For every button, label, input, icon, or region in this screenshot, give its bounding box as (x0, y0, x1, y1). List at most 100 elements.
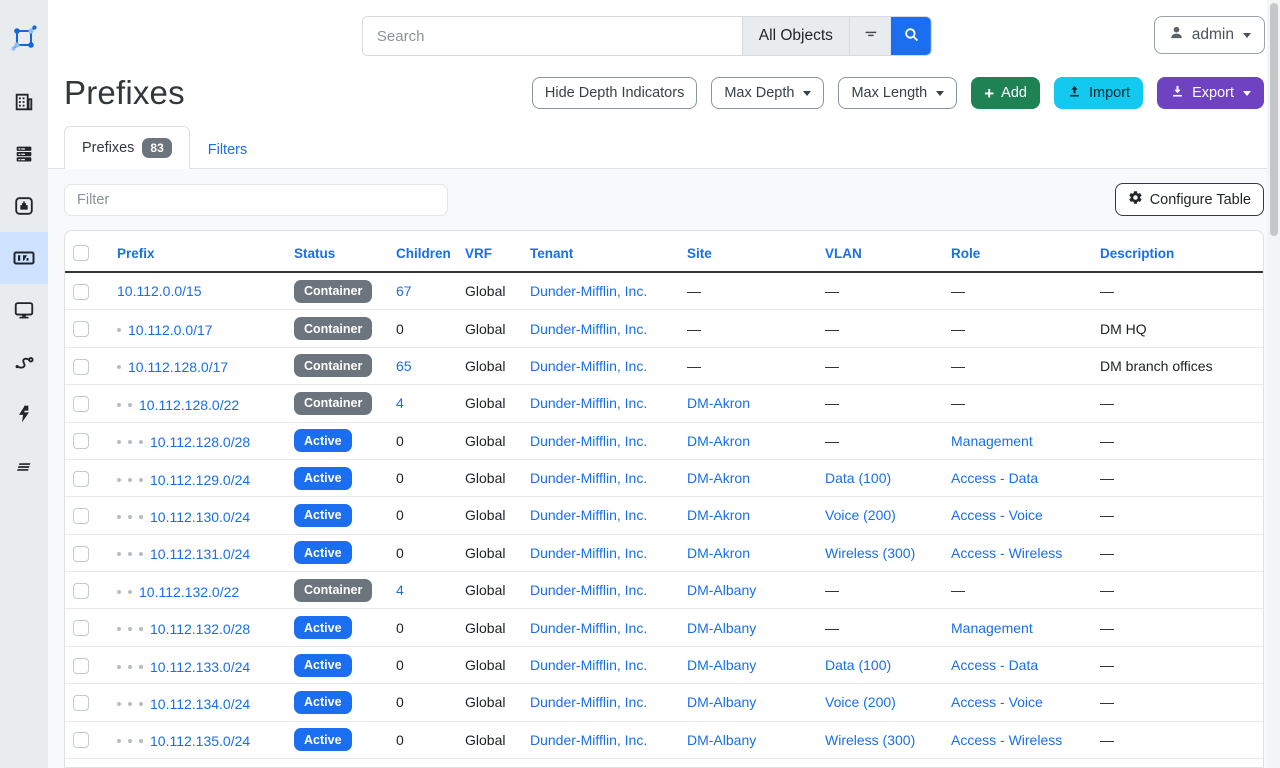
row-checkbox[interactable] (73, 284, 89, 300)
tenant-link[interactable]: Dunder-Mifflin, Inc. (530, 732, 647, 748)
prefix-link[interactable]: 10.112.0.0/17 (128, 322, 213, 338)
children-count-link[interactable]: 4 (396, 395, 404, 411)
site-link[interactable]: DM-Albany (687, 657, 756, 673)
row-checkbox[interactable] (73, 695, 89, 711)
role-link[interactable]: Access - Wireless (951, 545, 1062, 561)
role-link[interactable]: Access - Data (951, 470, 1038, 486)
tenant-link[interactable]: Dunder-Mifflin, Inc. (530, 283, 647, 299)
row-checkbox[interactable] (73, 620, 89, 636)
column-header-description[interactable]: Description (1092, 235, 1263, 272)
role-link[interactable]: Access - Voice (951, 694, 1043, 710)
children-count-link[interactable]: 65 (396, 358, 412, 374)
prefix-link[interactable]: 10.112.129.0/24 (150, 472, 250, 488)
page-scrollbar-track[interactable] (1267, 0, 1280, 768)
tenant-link[interactable]: Dunder-Mifflin, Inc. (530, 582, 647, 598)
prefix-link[interactable]: 10.112.0.0/15 (117, 283, 202, 299)
sidebar-item-circuits[interactable] (0, 336, 48, 388)
column-header-site[interactable]: Site (679, 235, 817, 272)
tenant-link[interactable]: Dunder-Mifflin, Inc. (530, 620, 647, 636)
sidebar-item-power[interactable] (0, 388, 48, 440)
add-button[interactable]: + Add (971, 77, 1040, 109)
vlan-link[interactable]: Wireless (300) (825, 732, 915, 748)
tenant-link[interactable]: Dunder-Mifflin, Inc. (530, 358, 647, 374)
column-header-children[interactable]: Children (388, 235, 457, 272)
prefix-link[interactable]: 10.112.135.0/24 (150, 733, 250, 749)
netbox-logo[interactable] (0, 0, 48, 76)
column-header-tenant[interactable]: Tenant (522, 235, 679, 272)
select-all-checkbox[interactable] (73, 245, 89, 261)
prefix-link[interactable]: 10.112.131.0/24 (150, 546, 250, 562)
table-filter-input[interactable] (64, 184, 448, 216)
role-link[interactable]: Access - Data (951, 657, 1038, 673)
tenant-link[interactable]: Dunder-Mifflin, Inc. (530, 321, 647, 337)
row-checkbox[interactable] (73, 732, 89, 748)
search-submit-button[interactable] (891, 17, 931, 55)
global-search-input[interactable] (363, 17, 742, 55)
tenant-link[interactable]: Dunder-Mifflin, Inc. (530, 657, 647, 673)
max-length-dropdown[interactable]: Max Length (838, 77, 957, 109)
site-link[interactable]: DM-Albany (687, 620, 756, 636)
sidebar-item-virtualization[interactable] (0, 284, 48, 336)
sidebar-item-racks[interactable] (0, 128, 48, 180)
site-link[interactable]: DM-Akron (687, 545, 750, 561)
vlan-link[interactable]: Voice (200) (825, 694, 896, 710)
column-header-role[interactable]: Role (943, 235, 1092, 272)
hide-depth-indicators-button[interactable]: Hide Depth Indicators (532, 77, 697, 109)
prefix-link[interactable]: 10.112.133.0/24 (150, 659, 250, 675)
role-link[interactable]: Access - Voice (951, 507, 1043, 523)
search-filter-button[interactable] (849, 17, 891, 55)
row-checkbox[interactable] (73, 508, 89, 524)
prefix-link[interactable]: 10.112.128.0/28 (150, 434, 250, 450)
import-button[interactable]: Import (1054, 77, 1143, 109)
tenant-link[interactable]: Dunder-Mifflin, Inc. (530, 507, 647, 523)
column-header-prefix[interactable]: Prefix (109, 235, 286, 272)
prefix-link[interactable]: 10.112.128.0/22 (139, 397, 239, 413)
configure-table-button[interactable]: Configure Table (1115, 183, 1264, 216)
row-checkbox[interactable] (73, 321, 89, 337)
vlan-link[interactable]: Voice (200) (825, 507, 896, 523)
column-header-vrf[interactable]: VRF (457, 235, 522, 272)
prefix-link[interactable]: 10.112.134.0/24 (150, 696, 250, 712)
site-link[interactable]: DM-Akron (687, 433, 750, 449)
prefix-link[interactable]: 10.112.128.0/17 (128, 359, 228, 375)
site-link[interactable]: DM-Albany (687, 582, 756, 598)
tenant-link[interactable]: Dunder-Mifflin, Inc. (530, 694, 647, 710)
column-header-vlan[interactable]: VLAN (817, 235, 943, 272)
children-count-link[interactable]: 67 (396, 283, 412, 299)
role-link[interactable]: Access - Wireless (951, 732, 1062, 748)
sidebar-item-connections[interactable] (0, 180, 48, 232)
column-header-status[interactable]: Status (286, 235, 388, 272)
row-checkbox[interactable] (73, 546, 89, 562)
role-link[interactable]: Management (951, 433, 1033, 449)
row-checkbox[interactable] (73, 471, 89, 487)
sidebar-item-wireless[interactable] (0, 440, 48, 492)
site-link[interactable]: DM-Akron (687, 470, 750, 486)
max-depth-dropdown[interactable]: Max Depth (711, 77, 824, 109)
site-link[interactable]: DM-Akron (687, 507, 750, 523)
vlan-link[interactable]: Wireless (300) (825, 545, 915, 561)
search-scope-selector[interactable]: All Objects (742, 17, 849, 55)
vlan-link[interactable]: Data (100) (825, 657, 891, 673)
children-count-link[interactable]: 4 (396, 582, 404, 598)
tab-filters[interactable]: Filters (190, 130, 265, 169)
prefix-link[interactable]: 10.112.132.0/22 (139, 584, 239, 600)
row-checkbox[interactable] (73, 583, 89, 599)
site-link[interactable]: DM-Albany (687, 694, 756, 710)
tenant-link[interactable]: Dunder-Mifflin, Inc. (530, 545, 647, 561)
row-checkbox[interactable] (73, 396, 89, 412)
tab-prefixes[interactable]: Prefixes 83 (64, 126, 190, 169)
export-dropdown[interactable]: Export (1157, 77, 1264, 109)
page-scrollbar-thumb[interactable] (1270, 3, 1278, 236)
row-checkbox[interactable] (73, 658, 89, 674)
site-link[interactable]: DM-Albany (687, 732, 756, 748)
tenant-link[interactable]: Dunder-Mifflin, Inc. (530, 395, 647, 411)
row-checkbox[interactable] (73, 359, 89, 375)
site-link[interactable]: DM-Akron (687, 395, 750, 411)
prefix-link[interactable]: 10.112.130.0/24 (150, 509, 250, 525)
vlan-link[interactable]: Data (100) (825, 470, 891, 486)
prefix-link[interactable]: 10.112.132.0/28 (150, 621, 250, 637)
tenant-link[interactable]: Dunder-Mifflin, Inc. (530, 433, 647, 449)
role-link[interactable]: Management (951, 620, 1033, 636)
user-menu-button[interactable]: admin (1154, 16, 1265, 54)
sidebar-item-ipam[interactable] (0, 232, 48, 284)
